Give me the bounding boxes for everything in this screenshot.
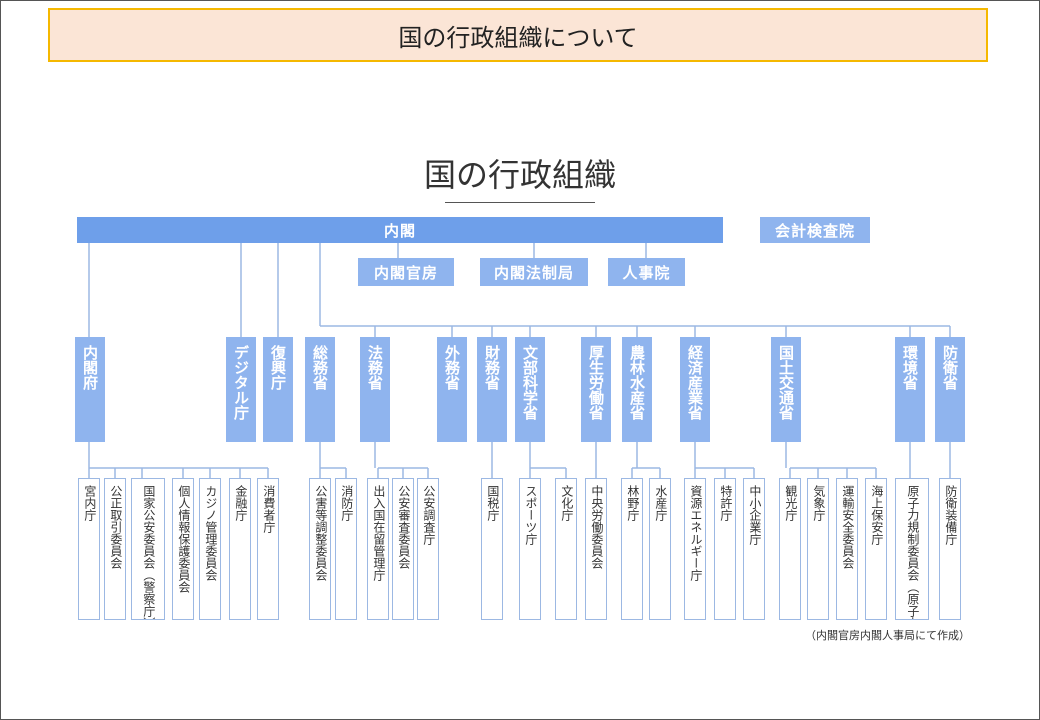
agency-label: 国家公安委員会（警察庁） <box>141 485 156 620</box>
agency-box: 公正取引委員会 <box>104 478 126 620</box>
agency-box: 消費者庁 <box>257 478 279 620</box>
ministry-label: 復興庁 <box>269 345 287 390</box>
agency-box: 防衛装備庁 <box>939 478 961 620</box>
ministry-box: 文部科学省 <box>515 337 545 442</box>
ministry-label: 内閣府 <box>81 345 99 390</box>
legislation-bureau-box: 内閣法制局 <box>480 258 588 286</box>
agency-label: 資源エネルギー庁 <box>688 485 703 581</box>
agency-label: 気象庁 <box>811 485 826 521</box>
agency-box: 海上保安庁 <box>865 478 887 620</box>
agency-box: 出入国在留管理庁 <box>367 478 389 620</box>
ministry-box: 法務省 <box>360 337 390 442</box>
agency-label: 中央労働委員会 <box>589 485 604 569</box>
agency-box: 原子力規制委員会（原子力規制庁） <box>895 478 929 620</box>
agency-label: 宮内庁 <box>82 485 97 521</box>
ministry-box: デジタル庁 <box>226 337 256 442</box>
cabinet-secretariat-box: 内閣官房 <box>358 258 454 286</box>
agency-label: カジノ管理委員会 <box>203 485 218 581</box>
agency-label: 公安調査庁 <box>421 485 436 545</box>
agency-label: 消費者庁 <box>261 485 276 533</box>
source-note: （内閣官房内閣人事局にて作成） <box>805 629 970 642</box>
ministry-label: 外務省 <box>443 345 461 390</box>
ministry-label: 経済産業省 <box>686 345 704 420</box>
agency-box: 国家公安委員会（警察庁） <box>131 478 165 620</box>
agency-box: カジノ管理委員会 <box>199 478 221 620</box>
ministry-box: 環境省 <box>895 337 925 442</box>
agency-box: 観光庁 <box>779 478 801 620</box>
agency-box: 中小企業庁 <box>743 478 765 620</box>
agency-label: 原子力規制委員会（原子力規制庁） <box>905 485 920 620</box>
agency-box: 公害等調整委員会 <box>309 478 331 620</box>
agency-box: 文化庁 <box>555 478 577 620</box>
agency-box: 消防庁 <box>335 478 357 620</box>
agency-label: 防衛装備庁 <box>943 485 958 545</box>
ministry-box: 経済産業省 <box>680 337 710 442</box>
agency-box: 国税庁 <box>481 478 503 620</box>
agency-label: 国税庁 <box>485 485 500 521</box>
ministry-label: 国土交通省 <box>777 345 795 420</box>
ministry-label: デジタル庁 <box>232 345 250 420</box>
agency-label: 公害等調整委員会 <box>313 485 328 581</box>
ministry-label: 環境省 <box>901 345 919 390</box>
agency-label: 海上保安庁 <box>869 485 884 545</box>
agency-label: 金融庁 <box>233 485 248 521</box>
agency-box: 公安調査庁 <box>417 478 439 620</box>
agency-box: 資源エネルギー庁 <box>684 478 706 620</box>
board-of-audit-box: 会計検査院 <box>760 217 870 243</box>
agency-box: 特許庁 <box>714 478 736 620</box>
ministry-box: 外務省 <box>437 337 467 442</box>
ministry-box: 復興庁 <box>263 337 293 442</box>
ministry-label: 防衛省 <box>941 345 959 390</box>
agency-box: 公安審査委員会 <box>392 478 414 620</box>
agency-label: 中小企業庁 <box>747 485 762 545</box>
ministry-box: 農林水産省 <box>622 337 652 442</box>
agency-box: 金融庁 <box>229 478 251 620</box>
agency-box: 宮内庁 <box>78 478 100 620</box>
agency-label: スポーツ庁 <box>523 485 538 545</box>
agency-box: 林野庁 <box>621 478 643 620</box>
ministry-box: 厚生労働省 <box>581 337 611 442</box>
ministry-box: 防衛省 <box>935 337 965 442</box>
ministry-label: 財務省 <box>483 345 501 390</box>
personnel-authority-box: 人事院 <box>608 258 685 286</box>
agency-box: 水産庁 <box>649 478 671 620</box>
agency-label: 文化庁 <box>559 485 574 521</box>
agency-box: 個人情報保護委員会 <box>172 478 194 620</box>
agency-label: 水産庁 <box>653 485 668 521</box>
agency-box: 中央労働委員会 <box>585 478 607 620</box>
agency-label: 個人情報保護委員会 <box>176 485 191 593</box>
agency-label: 特許庁 <box>718 485 733 521</box>
agency-box: スポーツ庁 <box>519 478 541 620</box>
agency-label: 観光庁 <box>783 485 798 521</box>
agency-label: 消防庁 <box>339 485 354 521</box>
ministry-box: 総務省 <box>305 337 335 442</box>
agency-label: 公正取引委員会 <box>108 485 123 569</box>
ministry-box: 国土交通省 <box>771 337 801 442</box>
agency-box: 運輸安全委員会 <box>836 478 858 620</box>
ministry-label: 厚生労働省 <box>587 345 605 420</box>
agency-label: 運輸安全委員会 <box>840 485 855 569</box>
cabinet-box: 内閣 <box>77 217 723 243</box>
ministry-box: 内閣府 <box>75 337 105 442</box>
agency-label: 出入国在留管理庁 <box>371 485 386 581</box>
ministry-label: 法務省 <box>366 345 384 390</box>
agency-label: 林野庁 <box>625 485 640 521</box>
agency-box: 気象庁 <box>807 478 829 620</box>
ministry-box: 財務省 <box>477 337 507 442</box>
ministry-label: 総務省 <box>311 345 329 390</box>
ministry-label: 農林水産省 <box>628 345 646 420</box>
ministry-label: 文部科学省 <box>521 345 539 420</box>
agency-label: 公安審査委員会 <box>396 485 411 569</box>
